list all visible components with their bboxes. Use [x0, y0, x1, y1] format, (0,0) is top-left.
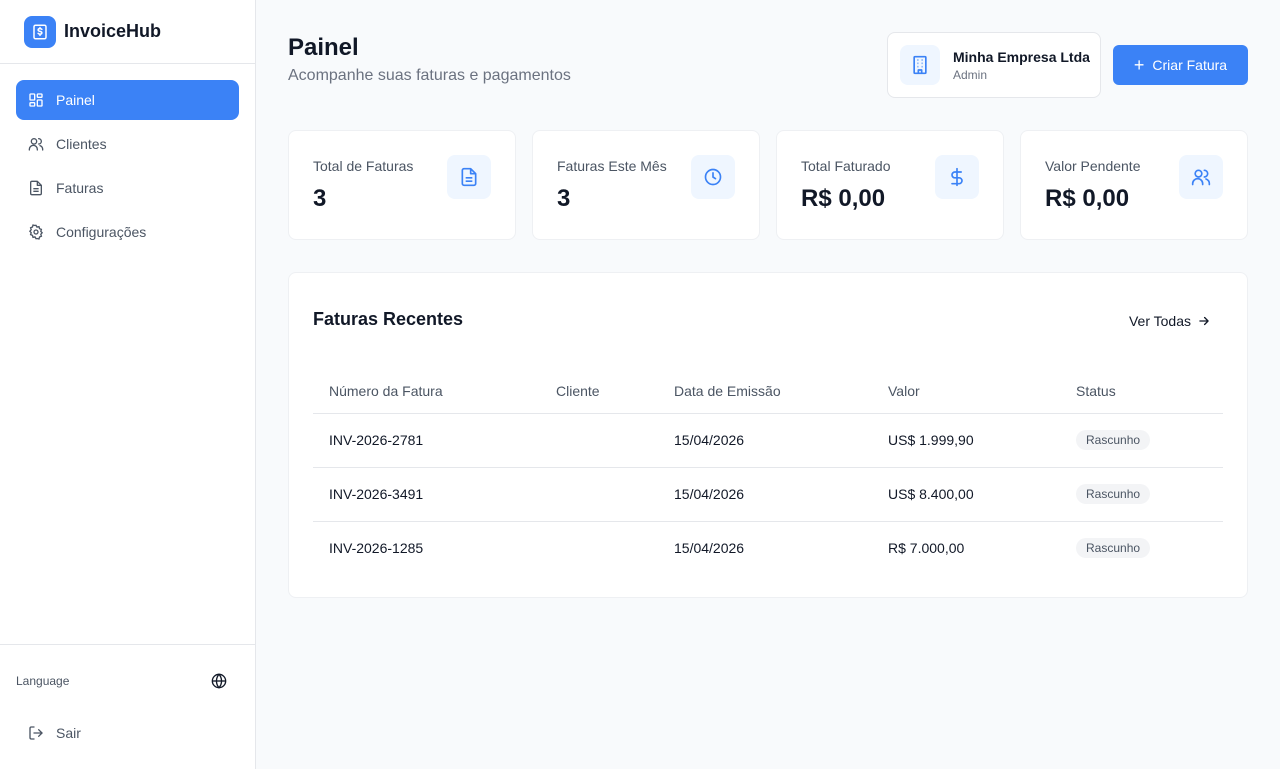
- status-badge: Rascunho: [1076, 538, 1151, 559]
- table-row[interactable]: INV-2026-2781 15/04/2026 US$ 1.999,90 Ra…: [313, 413, 1223, 468]
- invoice-amount: US$ 8.400,00: [872, 467, 1060, 522]
- create-invoice-button[interactable]: + Criar Fatura: [1113, 45, 1248, 85]
- column-header: Data de Emissão: [658, 369, 872, 414]
- company-name: Minha Empresa Ltda: [953, 48, 1090, 65]
- language-selector[interactable]: Language: [16, 669, 239, 693]
- arrow-right-icon: [1197, 314, 1211, 328]
- logout-label: Sair: [56, 725, 81, 741]
- stat-value: 3: [557, 185, 571, 212]
- invoice-client: [540, 521, 658, 575]
- stat-card-pending: Valor Pendente R$ 0,00: [1020, 130, 1248, 240]
- column-header: Valor: [872, 369, 1060, 414]
- see-all-link[interactable]: Ver Todas: [1129, 313, 1211, 329]
- sidebar-item-faturas[interactable]: Faturas: [16, 168, 239, 208]
- plus-icon: +: [1133, 55, 1145, 75]
- brand[interactable]: InvoiceHub: [0, 0, 255, 64]
- company-switcher[interactable]: Minha Empresa Ltda Admin: [887, 32, 1101, 98]
- sidebar-item-label: Faturas: [56, 180, 104, 196]
- document-icon: [28, 180, 44, 196]
- column-header: Número da Fatura: [313, 369, 540, 414]
- invoice-date: 15/04/2026: [674, 540, 745, 557]
- column-header: Status: [1060, 369, 1223, 414]
- see-all-label: Ver Todas: [1128, 313, 1191, 329]
- stat-label: Total de Faturas: [313, 158, 414, 174]
- invoice-date: 15/04/2026: [658, 413, 872, 468]
- stat-card-total-billed: Total Faturado R$ 0,00: [776, 130, 1004, 240]
- recent-invoices-card: Faturas Recentes Ver Todas Número da Fat…: [288, 272, 1248, 598]
- sidebar-footer: Language Sair: [0, 644, 255, 769]
- table-row[interactable]: INV-2026-3491 15/04/2026 US$ 8.400,00 Ra…: [313, 467, 1223, 522]
- sidebar-item-configuracoes[interactable]: Configurações: [16, 212, 239, 252]
- create-invoice-label: Criar Fatura: [1152, 57, 1228, 73]
- stat-value: 3: [313, 185, 327, 212]
- language-label: Language: [16, 674, 70, 688]
- invoice-client: [540, 413, 658, 468]
- stat-label: Faturas Este Mês: [557, 158, 667, 174]
- sidebar-item-clientes[interactable]: Clientes: [16, 124, 239, 164]
- dollar-icon: [935, 155, 979, 199]
- page-title: Painel: [288, 34, 359, 61]
- page-subtitle: Acompanhe suas faturas e pagamentos: [288, 67, 571, 84]
- recent-invoices-title: Faturas Recentes: [313, 309, 464, 329]
- stats-row: Total de Faturas 3 Faturas Este Mês 3 To…: [288, 130, 1248, 240]
- invoice-amount: R$ 7.000,00: [888, 540, 965, 557]
- sidebar: InvoiceHub Painel Clientes Faturas Confi…: [0, 0, 256, 769]
- main-content: Painel Acompanhe suas faturas e pagament…: [256, 0, 1280, 769]
- status-badge: Rascunho: [1076, 430, 1151, 450]
- building-icon: [900, 45, 940, 85]
- stat-card-total-invoices: Total de Faturas 3: [288, 130, 516, 240]
- gear-icon: [28, 224, 44, 240]
- invoice-number: INV-2026-3491: [313, 467, 540, 522]
- sidebar-item-label: Painel: [56, 92, 95, 108]
- invoice-number: INV-2026-2781: [313, 413, 540, 468]
- brand-name: InvoiceHub: [64, 21, 162, 41]
- table-header-row: Número da Fatura Cliente Data de Emissão…: [313, 369, 1223, 414]
- sidebar-item-label: Configurações: [56, 224, 147, 240]
- stat-value: R$ 0,00: [801, 185, 886, 212]
- stat-label: Valor Pendente: [1045, 158, 1141, 174]
- invoice-dollar-icon: [24, 15, 56, 48]
- stat-label: Total Faturado: [801, 158, 891, 174]
- invoice-amount: US$ 1.999,90: [872, 413, 1060, 468]
- clock-icon: [691, 155, 735, 199]
- invoice-client: [540, 467, 658, 522]
- company-role: Admin: [953, 67, 988, 82]
- logout-icon: [28, 725, 44, 741]
- globe-icon[interactable]: [211, 673, 227, 689]
- sidebar-nav: Painel Clientes Faturas Configurações: [0, 64, 255, 272]
- stat-value: R$ 0,00: [1045, 185, 1130, 212]
- invoices-table: Número da Fatura Cliente Data de Emissão…: [313, 369, 1223, 575]
- document-icon: [447, 155, 491, 199]
- stat-card-invoices-month: Faturas Este Mês 3: [532, 130, 760, 240]
- logout-button[interactable]: Sair: [16, 713, 239, 753]
- invoice-date: 15/04/2026: [658, 467, 872, 522]
- status-badge: Rascunho: [1076, 484, 1151, 504]
- column-header: Cliente: [540, 369, 658, 414]
- users-icon: [28, 136, 44, 152]
- dashboard-grid-icon: [28, 92, 44, 108]
- sidebar-item-label: Clientes: [56, 136, 107, 152]
- users-icon: [1179, 155, 1223, 199]
- sidebar-item-painel[interactable]: Painel: [16, 80, 239, 120]
- invoice-number: INV-2026-1285: [329, 540, 424, 557]
- table-row[interactable]: INV-2026-1285 15/04/2026 R$ 7.000,00 Ras…: [313, 521, 1223, 575]
